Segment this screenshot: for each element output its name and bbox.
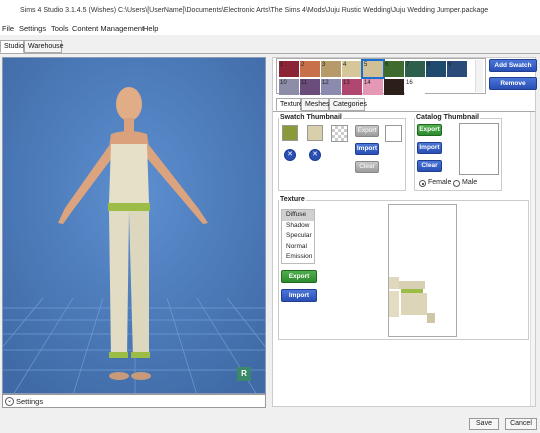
- tab-categories[interactable]: Categories: [329, 98, 367, 111]
- menu-bar: File Settings Tools Content Management H…: [0, 22, 540, 35]
- swatch-number: 5: [364, 62, 368, 68]
- swatch-10[interactable]: 10: [279, 79, 299, 95]
- swatch-number: 16: [406, 80, 413, 86]
- swatch-export-button[interactable]: Export: [355, 125, 379, 137]
- tab-studio[interactable]: Studio: [0, 40, 24, 53]
- swatch-5[interactable]: 5: [361, 59, 385, 79]
- texture-import-button[interactable]: Import: [281, 289, 317, 302]
- swatch-number: 8: [427, 62, 431, 68]
- swatch-number: 11: [301, 80, 308, 86]
- swatch-thumb-transparent: [331, 125, 348, 142]
- clear-color-icon[interactable]: ✕: [284, 149, 296, 161]
- menu-tools[interactable]: Tools: [51, 24, 69, 33]
- catalog-thumbnail-title: Catalog Thumbnail: [415, 114, 480, 121]
- swatch-15[interactable]: 15: [384, 79, 404, 95]
- swatch-9[interactable]: 9: [447, 61, 467, 77]
- texture-item-shadow[interactable]: Shadow: [282, 221, 314, 232]
- swatch-8[interactable]: 8: [426, 61, 446, 77]
- texture-list: Diffuse Shadow Specular Normal Emission: [281, 209, 315, 264]
- swatch-11[interactable]: 11: [300, 79, 320, 95]
- texture-item-normal[interactable]: Normal: [282, 242, 314, 253]
- panel-scrollbar[interactable]: [530, 112, 535, 406]
- subtab-divider: [273, 111, 535, 112]
- tab-warehouse[interactable]: Warehouse: [24, 40, 64, 53]
- swatch-16[interactable]: 16: [405, 79, 425, 95]
- texture-item-specular[interactable]: Specular: [282, 231, 314, 242]
- tab-divider: [0, 53, 540, 54]
- model-viewport[interactable]: R: [2, 57, 266, 394]
- menu-settings[interactable]: Settings: [19, 24, 46, 33]
- swatch-12[interactable]: 12: [321, 79, 341, 95]
- swatch-1[interactable]: 1: [279, 61, 299, 77]
- chevron-down-icon[interactable]: ⌄: [5, 397, 14, 406]
- swatch-3[interactable]: 3: [321, 61, 341, 77]
- swatch-number: 9: [448, 62, 452, 68]
- swatch-thumb-blank: [385, 125, 402, 142]
- swatch-number: 1: [280, 62, 284, 68]
- clear-image-icon[interactable]: ✕: [309, 149, 321, 161]
- texture-item-emission[interactable]: Emission: [282, 252, 314, 263]
- window-title: Sims 4 Studio 3.1.4.5 (Wishes) C:\Users\…: [20, 7, 489, 14]
- menu-file[interactable]: File: [2, 24, 14, 33]
- swatch-2[interactable]: 2: [300, 61, 320, 77]
- swatch-clear-button[interactable]: Clear: [355, 161, 379, 173]
- swatch-13[interactable]: 13: [342, 79, 362, 95]
- texture-export-button[interactable]: Export: [281, 270, 317, 283]
- settings-label: Settings: [16, 397, 44, 406]
- swatch-number: 2: [301, 62, 305, 68]
- male-label: Male: [462, 179, 478, 186]
- save-button[interactable]: Save: [469, 418, 499, 430]
- swatch-number: 7: [406, 62, 410, 68]
- swatch-number: 14: [364, 80, 371, 86]
- swatch-import-button[interactable]: Import: [355, 143, 379, 155]
- swatch-7[interactable]: 7: [405, 61, 425, 77]
- cancel-button[interactable]: Cancel: [505, 418, 537, 430]
- viewport-badge: R: [241, 369, 247, 378]
- catalog-import-button[interactable]: Import: [417, 142, 442, 154]
- add-swatch-button[interactable]: Add Swatch: [489, 59, 537, 72]
- swatch-number: 4: [343, 62, 347, 68]
- female-radio[interactable]: [419, 180, 426, 187]
- swatch-scrollbar[interactable]: [475, 60, 483, 92]
- female-label: Female: [428, 179, 452, 186]
- swatch-thumb-image: [307, 125, 323, 141]
- swatch-number: 6: [385, 62, 389, 68]
- swatch-14[interactable]: 14: [363, 79, 383, 95]
- male-radio[interactable]: [453, 180, 460, 187]
- remove-swatch-button[interactable]: Remove Swatch: [489, 77, 537, 98]
- viewport-scene: [3, 58, 265, 393]
- swatch-number: 10: [280, 80, 287, 86]
- catalog-thumbnail-image: [459, 123, 499, 175]
- texture-title: Texture: [279, 196, 306, 203]
- tab-meshes[interactable]: Meshes: [301, 98, 330, 111]
- swatch-number: 13: [343, 80, 350, 86]
- texture-item-diffuse[interactable]: Diffuse: [282, 210, 314, 221]
- menu-content-management[interactable]: Content Management: [72, 24, 144, 33]
- catalog-export-button[interactable]: Export: [417, 124, 442, 136]
- settings-bar[interactable]: ⌄ Settings: [2, 394, 266, 408]
- tab-texture[interactable]: Texture: [276, 98, 303, 111]
- title-bar: Sims 4 Studio 3.1.4.5 (Wishes) C:\Users\…: [0, 0, 540, 22]
- swatch-thumb-color: [282, 125, 298, 141]
- texture-preview-image: [389, 277, 435, 323]
- swatch-number: 3: [322, 62, 326, 68]
- swatch-number: 15: [385, 80, 392, 86]
- swatch-number: 12: [322, 80, 329, 86]
- swatch-4[interactable]: 4: [342, 61, 362, 77]
- swatch-6[interactable]: 6: [384, 61, 404, 77]
- menu-help[interactable]: Help: [143, 24, 158, 33]
- texture-preview: [388, 204, 457, 337]
- catalog-clear-button[interactable]: Clear: [417, 160, 442, 172]
- swatch-thumbnail-title: Swatch Thumbnail: [279, 114, 343, 121]
